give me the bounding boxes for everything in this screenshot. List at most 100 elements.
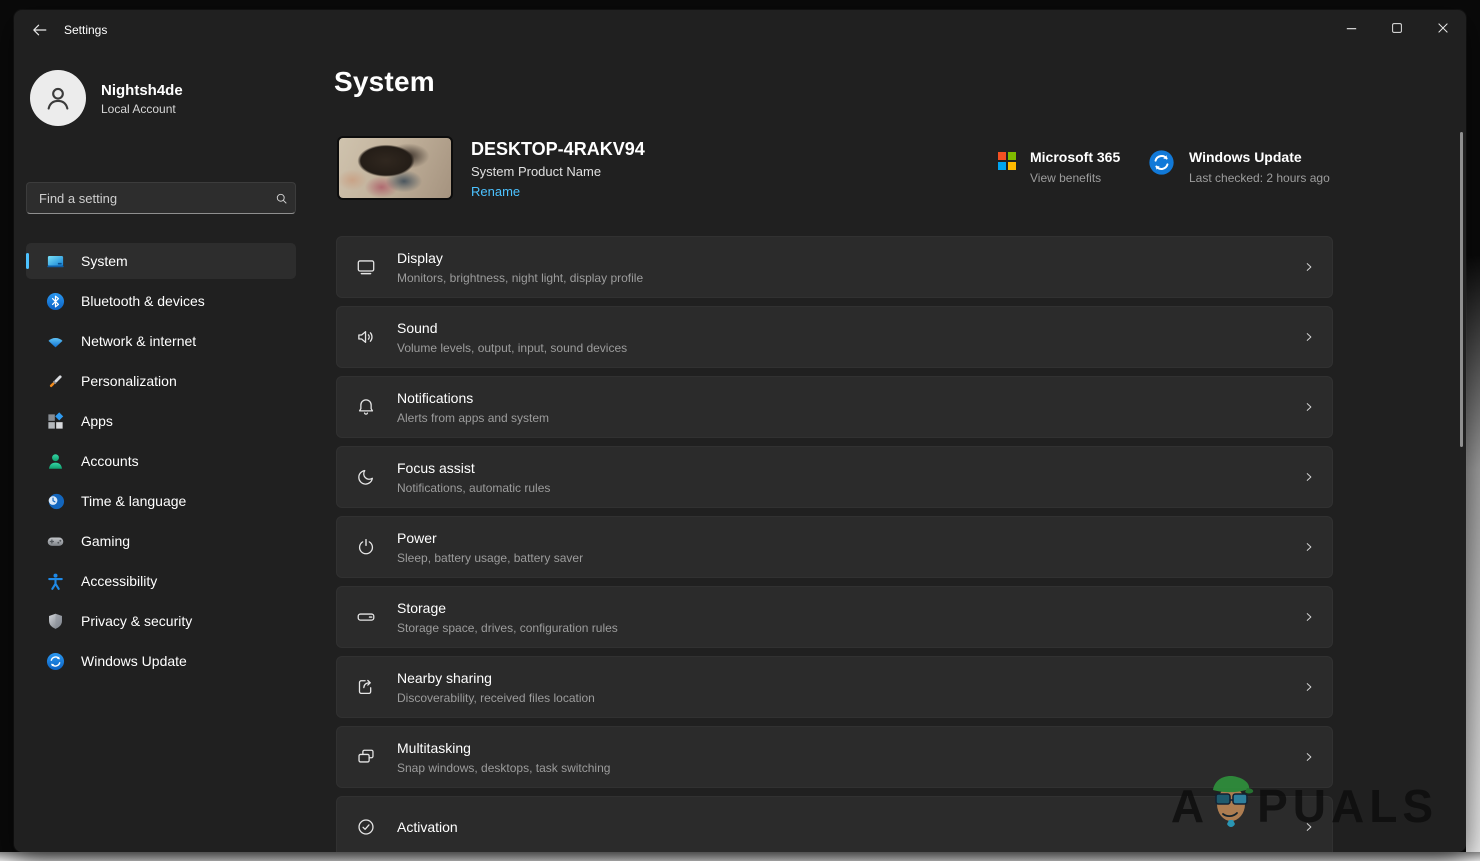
sidebar-item-network-internet[interactable]: Network & internet xyxy=(26,323,296,359)
chevron-right-icon xyxy=(1302,400,1316,414)
sound-icon xyxy=(355,326,377,348)
chevron-right-icon xyxy=(1302,260,1316,274)
row-subtitle: Notifications, automatic rules xyxy=(397,481,550,495)
windows-update-card[interactable]: Windows Update Last checked: 2 hours ago xyxy=(1148,149,1330,185)
sidebar-item-windows-update[interactable]: Windows Update xyxy=(26,643,296,679)
settings-window: Settings xyxy=(14,10,1466,852)
sidebar-item-accessibility[interactable]: Accessibility xyxy=(26,563,296,599)
row-subtitle: Sleep, battery usage, battery saver xyxy=(397,551,583,565)
main-content: System DESKTOP-4RAKV94 System Product Na… xyxy=(334,10,1466,852)
chevron-right-icon xyxy=(1302,330,1316,344)
gaming-icon xyxy=(46,532,65,551)
search-input[interactable] xyxy=(27,191,267,206)
display-icon xyxy=(355,256,377,278)
row-subtitle: Discoverability, received files location xyxy=(397,691,595,705)
microsoft-logo-icon xyxy=(998,152,1016,170)
settings-row-focus-assist[interactable]: Focus assist Notifications, automatic ru… xyxy=(336,446,1333,508)
sidebar-item-bluetooth-devices[interactable]: Bluetooth & devices xyxy=(26,283,296,319)
nearby-sharing-icon xyxy=(355,676,377,698)
settings-row-display[interactable]: Display Monitors, brightness, night ligh… xyxy=(336,236,1333,298)
row-subtitle: Snap windows, desktops, task switching xyxy=(397,761,610,775)
accounts-icon xyxy=(46,452,65,471)
focus-assist-icon xyxy=(355,466,377,488)
sidebar-item-privacy-security[interactable]: Privacy & security xyxy=(26,603,296,639)
settings-row-sound[interactable]: Sound Volume levels, output, input, soun… xyxy=(336,306,1333,368)
settings-row-storage[interactable]: Storage Storage space, drives, configura… xyxy=(336,586,1333,648)
row-title: Activation xyxy=(397,819,458,836)
search-icon xyxy=(267,191,295,206)
windows-update-subtitle: Last checked: 2 hours ago xyxy=(1189,171,1330,185)
row-title: Sound xyxy=(397,320,627,337)
row-title: Notifications xyxy=(397,390,549,407)
activation-icon xyxy=(355,816,377,838)
screenshot-stage: Settings xyxy=(0,0,1480,861)
bluetooth-icon xyxy=(46,292,65,311)
device-thumbnail xyxy=(337,136,453,200)
sidebar: Nightsh4de Local Account System Bluetoot… xyxy=(14,50,322,852)
chevron-right-icon xyxy=(1302,680,1316,694)
sidebar-nav: System Bluetooth & devices Network & int… xyxy=(26,243,296,683)
device-product-name: System Product Name xyxy=(471,164,645,179)
user-account-type: Local Account xyxy=(101,102,183,116)
chevron-right-icon xyxy=(1302,540,1316,554)
sidebar-item-personalization[interactable]: Personalization xyxy=(26,363,296,399)
accessibility-icon xyxy=(46,572,65,591)
network-icon xyxy=(46,332,65,351)
settings-row-power[interactable]: Power Sleep, battery usage, battery save… xyxy=(336,516,1333,578)
back-arrow-icon xyxy=(31,22,47,38)
desktop-edge-right xyxy=(1466,0,1480,852)
chevron-right-icon xyxy=(1302,820,1316,834)
sidebar-item-system[interactable]: System xyxy=(26,243,296,279)
sidebar-item-apps[interactable]: Apps xyxy=(26,403,296,439)
microsoft-365-title: Microsoft 365 xyxy=(1030,149,1120,166)
row-title: Storage xyxy=(397,600,618,617)
row-subtitle: Alerts from apps and system xyxy=(397,411,549,425)
row-subtitle: Storage space, drives, configuration rul… xyxy=(397,621,618,635)
page-title: System xyxy=(334,66,435,98)
notifications-icon xyxy=(355,396,377,418)
rename-link[interactable]: Rename xyxy=(471,184,520,199)
device-name: DESKTOP-4RAKV94 xyxy=(471,138,645,160)
row-title: Multitasking xyxy=(397,740,610,757)
row-title: Display xyxy=(397,250,643,267)
desktop-edge-bottom xyxy=(0,852,1480,861)
user-name: Nightsh4de xyxy=(101,81,183,100)
windows-update-icon xyxy=(1148,149,1175,176)
selected-accent-pill xyxy=(26,253,29,269)
row-title: Power xyxy=(397,530,583,547)
search-box xyxy=(26,182,296,214)
microsoft-365-subtitle[interactable]: View benefits xyxy=(1030,171,1120,185)
privacy-security-icon xyxy=(46,612,65,631)
windows-update-title: Windows Update xyxy=(1189,149,1330,166)
system-icon xyxy=(46,252,65,271)
chevron-right-icon xyxy=(1302,750,1316,764)
device-header: DESKTOP-4RAKV94 System Product Name Rena… xyxy=(334,136,1466,202)
time-language-icon xyxy=(46,492,65,511)
scrollbar-thumb[interactable] xyxy=(1460,132,1463,447)
settings-row-multitasking[interactable]: Multitasking Snap windows, desktops, tas… xyxy=(336,726,1333,788)
window-title: Settings xyxy=(64,23,107,37)
personalization-icon xyxy=(46,372,65,391)
microsoft-365-card[interactable]: Microsoft 365 View benefits xyxy=(998,149,1120,185)
chevron-right-icon xyxy=(1302,610,1316,624)
sidebar-item-gaming[interactable]: Gaming xyxy=(26,523,296,559)
sidebar-item-time-language[interactable]: Time & language xyxy=(26,483,296,519)
chevron-right-icon xyxy=(1302,470,1316,484)
settings-row-notifications[interactable]: Notifications Alerts from apps and syste… xyxy=(336,376,1333,438)
user-card[interactable]: Nightsh4de Local Account xyxy=(30,70,183,126)
settings-row-activation[interactable]: Activation xyxy=(336,796,1333,852)
apps-icon xyxy=(46,412,65,431)
storage-icon xyxy=(355,606,377,628)
settings-rows: Display Monitors, brightness, night ligh… xyxy=(336,236,1333,852)
row-title: Nearby sharing xyxy=(397,670,595,687)
power-icon xyxy=(355,536,377,558)
person-icon xyxy=(41,81,75,115)
row-subtitle: Volume levels, output, input, sound devi… xyxy=(397,341,627,355)
multitasking-icon xyxy=(355,746,377,768)
row-subtitle: Monitors, brightness, night light, displ… xyxy=(397,271,643,285)
sidebar-item-accounts[interactable]: Accounts xyxy=(26,443,296,479)
settings-row-nearby-sharing[interactable]: Nearby sharing Discoverability, received… xyxy=(336,656,1333,718)
row-title: Focus assist xyxy=(397,460,550,477)
back-button[interactable] xyxy=(22,16,56,44)
windows-update-icon xyxy=(46,652,65,671)
